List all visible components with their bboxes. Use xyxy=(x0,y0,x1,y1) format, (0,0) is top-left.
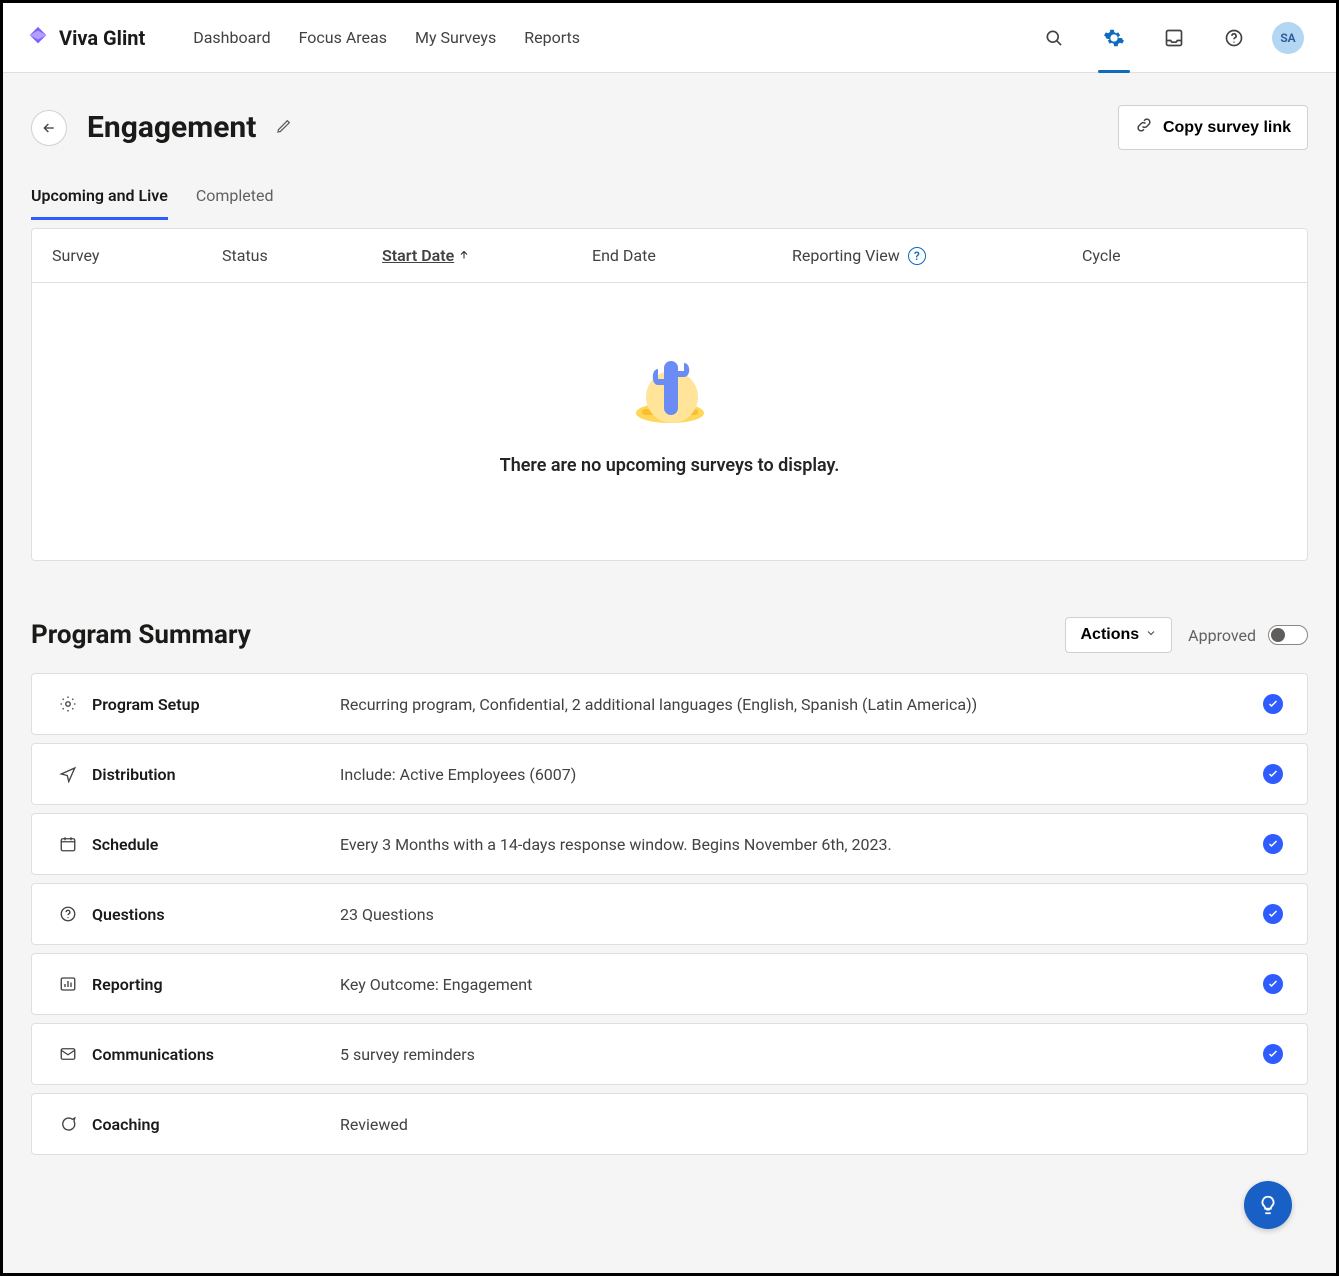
summary-row-title: Communications xyxy=(80,1045,340,1064)
brand-name: Viva Glint xyxy=(59,26,145,50)
search-icon[interactable] xyxy=(1032,16,1076,60)
status-complete-icon xyxy=(1263,694,1283,714)
col-status[interactable]: Status xyxy=(222,246,382,265)
status-complete-icon xyxy=(1263,904,1283,924)
top-bar: Viva Glint Dashboard Focus Areas My Surv… xyxy=(3,3,1336,73)
surveys-table: Survey Status Start Date End Date Report… xyxy=(31,228,1308,561)
summary-row-desc: Key Outcome: Engagement xyxy=(340,975,1263,994)
col-start-label: Start Date xyxy=(382,246,454,265)
summary-row-questions[interactable]: Questions 23 Questions xyxy=(31,883,1308,945)
nav-reports[interactable]: Reports xyxy=(524,3,580,73)
summary-row-coaching[interactable]: Coaching Reviewed xyxy=(31,1093,1308,1155)
empty-state: There are no upcoming surveys to display… xyxy=(32,283,1307,560)
page-title: Engagement xyxy=(87,110,256,145)
lightbulb-fab[interactable] xyxy=(1244,1181,1292,1229)
survey-tabs: Upcoming and Live Completed xyxy=(31,186,1308,220)
summary-row-title: Distribution xyxy=(80,765,340,784)
program-summary-list: Program Setup Recurring program, Confide… xyxy=(31,673,1308,1155)
link-icon xyxy=(1135,116,1153,139)
col-start-date[interactable]: Start Date xyxy=(382,246,592,265)
chevron-down-icon xyxy=(1145,626,1157,644)
status-complete-icon xyxy=(1263,1044,1283,1064)
summary-row-desc: 5 survey reminders xyxy=(340,1045,1263,1064)
summary-row-title: Questions xyxy=(80,905,340,924)
mail-icon xyxy=(56,1045,80,1063)
viva-glint-logo-icon xyxy=(27,25,49,51)
user-avatar[interactable]: SA xyxy=(1272,22,1304,54)
approved-control: Approved xyxy=(1188,625,1308,645)
summary-row-program-setup[interactable]: Program Setup Recurring program, Confide… xyxy=(31,673,1308,735)
nav-my-surveys[interactable]: My Surveys xyxy=(415,3,496,73)
actions-dropdown[interactable]: Actions xyxy=(1065,617,1172,653)
summary-row-schedule[interactable]: Schedule Every 3 Months with a 14-days r… xyxy=(31,813,1308,875)
summary-row-desc: 23 Questions xyxy=(340,905,1263,924)
approved-label: Approved xyxy=(1188,626,1256,645)
summary-row-desc: Recurring program, Confidential, 2 addit… xyxy=(340,695,1263,714)
edit-title-icon[interactable] xyxy=(276,118,292,138)
summary-row-title: Program Setup xyxy=(80,695,340,714)
summary-row-distribution[interactable]: Distribution Include: Active Employees (… xyxy=(31,743,1308,805)
summary-row-communications[interactable]: Communications 5 survey reminders xyxy=(31,1023,1308,1085)
tab-completed[interactable]: Completed xyxy=(196,186,274,220)
settings-icon[interactable] xyxy=(1092,16,1136,60)
cactus-illustration-icon xyxy=(622,420,718,439)
summary-row-desc: Every 3 Months with a 14-days response w… xyxy=(340,835,1263,854)
approved-toggle[interactable] xyxy=(1268,625,1308,645)
sort-asc-icon xyxy=(458,246,470,265)
program-summary-title: Program Summary xyxy=(31,620,251,650)
inbox-icon[interactable] xyxy=(1152,16,1196,60)
brand[interactable]: Viva Glint xyxy=(27,25,145,51)
primary-nav: Dashboard Focus Areas My Surveys Reports xyxy=(193,3,580,73)
bar-chart-icon xyxy=(56,975,80,993)
summary-row-title: Reporting xyxy=(80,975,340,994)
page-header: Engagement Copy survey link xyxy=(31,105,1308,150)
gear-icon xyxy=(56,695,80,713)
table-header: Survey Status Start Date End Date Report… xyxy=(32,229,1307,283)
question-circle-icon xyxy=(56,905,80,923)
nav-dashboard[interactable]: Dashboard xyxy=(193,3,270,73)
summary-row-title: Coaching xyxy=(80,1115,340,1134)
back-button[interactable] xyxy=(31,110,67,146)
page-body: Engagement Copy survey link Upcoming and… xyxy=(3,73,1336,1273)
summary-row-title: Schedule xyxy=(80,835,340,854)
status-complete-icon xyxy=(1263,834,1283,854)
reporting-view-help-icon[interactable]: ? xyxy=(908,247,926,265)
col-survey[interactable]: Survey xyxy=(52,246,222,265)
chat-icon xyxy=(56,1115,80,1133)
copy-survey-link-label: Copy survey link xyxy=(1163,119,1291,137)
summary-row-desc: Include: Active Employees (6007) xyxy=(340,765,1263,784)
tab-upcoming-and-live[interactable]: Upcoming and Live xyxy=(31,186,168,220)
summary-row-reporting[interactable]: Reporting Key Outcome: Engagement xyxy=(31,953,1308,1015)
help-icon[interactable] xyxy=(1212,16,1256,60)
col-end-date[interactable]: End Date xyxy=(592,246,792,265)
nav-focus-areas[interactable]: Focus Areas xyxy=(299,3,387,73)
copy-survey-link-button[interactable]: Copy survey link xyxy=(1118,105,1308,150)
program-summary-header: Program Summary Actions Approved xyxy=(31,617,1308,653)
summary-row-desc: Reviewed xyxy=(340,1115,1283,1134)
col-reporting-view[interactable]: Reporting View ? xyxy=(792,246,1082,265)
send-icon xyxy=(56,765,80,783)
col-reporting-label: Reporting View xyxy=(792,246,900,265)
empty-message: There are no upcoming surveys to display… xyxy=(32,455,1307,476)
actions-label: Actions xyxy=(1080,626,1139,644)
top-actions: SA xyxy=(1032,16,1312,60)
status-complete-icon xyxy=(1263,764,1283,784)
status-complete-icon xyxy=(1263,974,1283,994)
calendar-icon xyxy=(56,835,80,853)
col-cycle[interactable]: Cycle xyxy=(1082,246,1121,265)
